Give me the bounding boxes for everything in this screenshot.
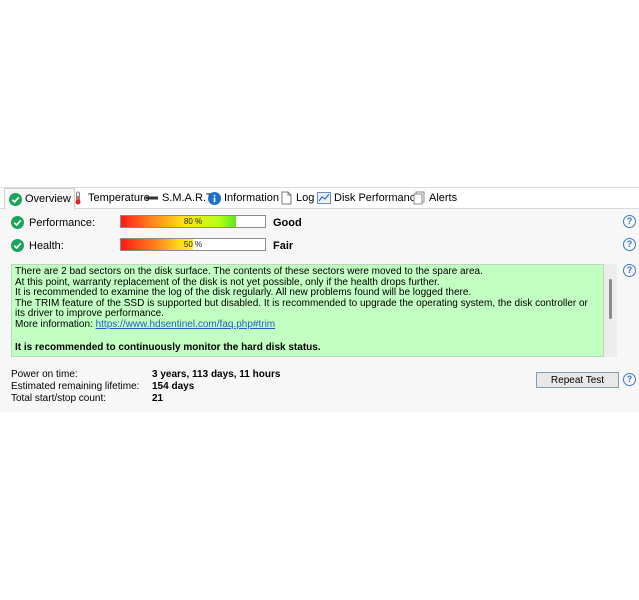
tab-alerts[interactable]: Alerts xyxy=(409,189,460,207)
tab-label: Overview xyxy=(25,193,71,205)
power-on-time-label: Power on time: xyxy=(11,369,78,380)
scrollbar-thumb[interactable] xyxy=(609,279,612,319)
tab-bar: Overview Temperature S.M.A.R.T. Informat… xyxy=(0,188,639,210)
alerts-icon xyxy=(412,191,426,205)
message-line: The TRIM feature of the SSD is supported… xyxy=(15,297,588,320)
message-help-icon[interactable]: ? xyxy=(623,264,636,277)
tab-label: Temperature xyxy=(88,192,150,204)
health-label: Health: xyxy=(29,240,64,252)
start-stop-count-value: 21 xyxy=(152,393,164,404)
chart-icon xyxy=(317,191,331,205)
repeat-test-help-icon[interactable]: ? xyxy=(623,373,636,386)
tab-log[interactable]: Log xyxy=(276,189,317,207)
more-information-label: More information: xyxy=(15,318,96,330)
performance-status: Good xyxy=(273,217,302,229)
tab-label: Log xyxy=(296,192,315,204)
remaining-lifetime-value: 154 days xyxy=(152,381,195,392)
health-percent: 50 % xyxy=(183,240,203,249)
health-check-icon xyxy=(11,239,24,252)
tab-disk-performance[interactable]: Disk Performance xyxy=(314,189,424,207)
tab-overview[interactable]: Overview xyxy=(4,188,75,210)
health-help-icon[interactable]: ? xyxy=(623,238,636,251)
performance-label: Performance: xyxy=(29,217,96,229)
status-message-box: There are 2 bad sectors on the disk surf… xyxy=(11,264,604,357)
message-scrollbar[interactable] xyxy=(604,264,617,357)
tab-temperature[interactable]: Temperature xyxy=(68,189,153,207)
power-on-time-value: 3 years, 113 days, 11 hours xyxy=(152,369,281,380)
recommendation-text: It is recommended to continuously monito… xyxy=(15,341,321,353)
performance-percent: 80 % xyxy=(183,217,203,226)
repeat-test-button[interactable]: Repeat Test xyxy=(536,372,619,388)
check-circle-icon xyxy=(8,192,22,206)
tab-label: Alerts xyxy=(429,192,458,204)
trim-faq-link[interactable]: https://www.hdsentinel.com/faq.php#trim xyxy=(96,319,276,330)
tab-information[interactable]: Information xyxy=(204,189,282,207)
tab-label: Information xyxy=(224,192,280,204)
info-icon xyxy=(207,191,221,205)
start-stop-count-label: Total start/stop count: xyxy=(11,393,107,404)
message-line: There are 2 bad sectors on the disk surf… xyxy=(15,266,483,277)
performance-bar: 80 % xyxy=(120,215,266,228)
thermometer-icon xyxy=(71,191,85,205)
remaining-lifetime-label: Estimated remaining lifetime: xyxy=(11,381,140,392)
performance-help-icon[interactable]: ? xyxy=(623,215,636,228)
overview-panel: Overview Temperature S.M.A.R.T. Informat… xyxy=(0,187,639,412)
performance-check-icon xyxy=(11,216,24,229)
document-icon xyxy=(279,191,293,205)
health-status: Fair xyxy=(273,240,294,252)
dash-icon xyxy=(145,191,159,205)
health-bar: 50 % xyxy=(120,238,266,251)
more-information: More information: https://www.hdsentinel… xyxy=(15,318,600,331)
